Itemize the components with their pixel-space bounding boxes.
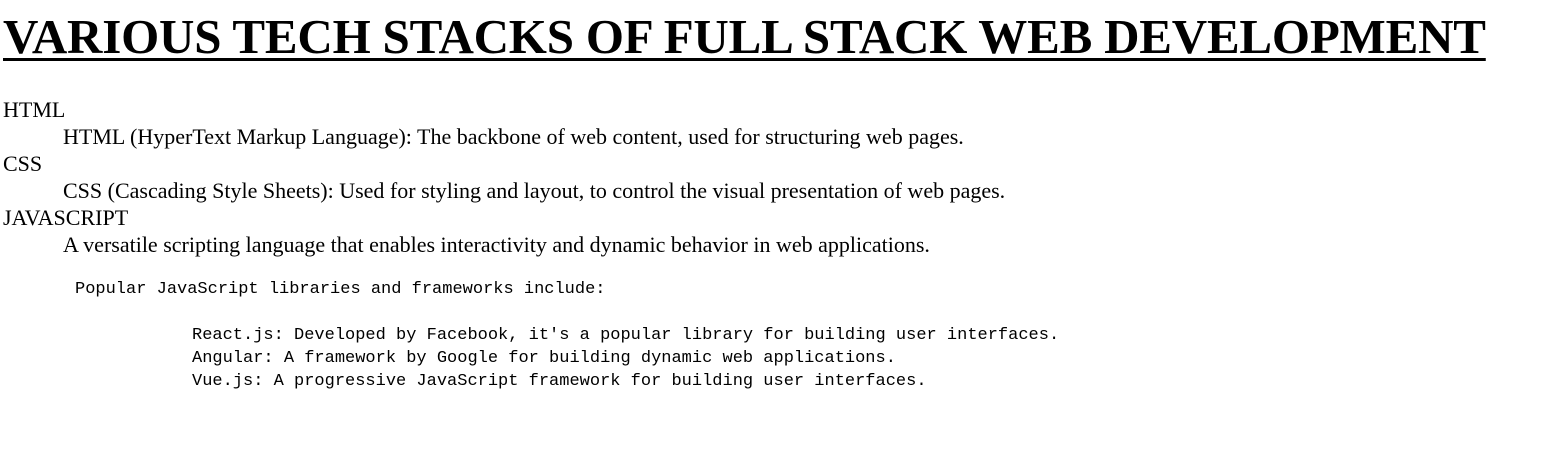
stack-term-css: CSS <box>3 151 43 176</box>
stack-definition-css: CSS (Cascading Style Sheets): Used for s… <box>63 178 1006 203</box>
framework-list: React.js: Developed by Facebook, it's a … <box>192 324 1059 393</box>
stack-term-html: HTML <box>3 97 66 122</box>
framework-item-react: React.js: Developed by Facebook, it's a … <box>192 326 1060 345</box>
frameworks-intro: Popular JavaScript libraries and framewo… <box>75 280 606 299</box>
stack-term-javascript: JAVASCRIPT <box>3 205 129 230</box>
stack-definition-javascript: A versatile scripting language that enab… <box>63 232 930 257</box>
framework-item-angular: Angular: A framework by Google for build… <box>192 349 896 368</box>
page-title: VARIOUS TECH STACKS OF FULL STACK WEB DE… <box>3 9 1486 64</box>
framework-item-vue: Vue.js: A progressive JavaScript framewo… <box>192 372 927 391</box>
stack-definition-html: HTML (HyperText Markup Language): The ba… <box>63 124 964 149</box>
tech-stack-list: HTML HTML (HyperText Markup Language): T… <box>3 96 1005 258</box>
